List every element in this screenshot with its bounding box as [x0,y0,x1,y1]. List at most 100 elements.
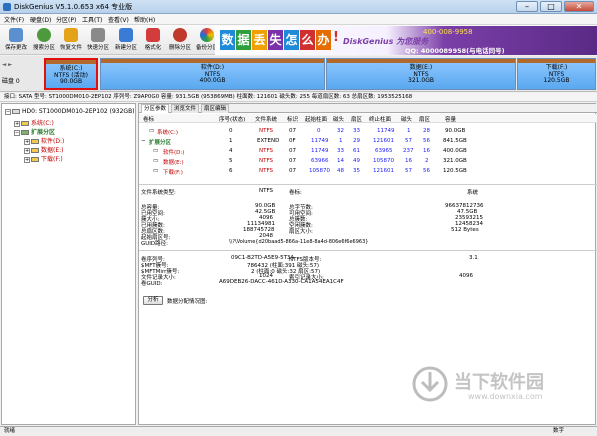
partition-block-f[interactable]: 下载(F:) NTFS 120.5GB [517,58,596,90]
col-header: 卷标 [143,117,155,123]
collapse-icon[interactable]: − [5,108,11,115]
banner-exclaim: ! [333,30,339,45]
allocation-chart-label: 数据分配情况图: [167,299,208,305]
tab-browse-files[interactable]: 浏览文件 [171,104,200,113]
numlock-indicator: 数字 [553,428,565,434]
banner-tile: 丢 [252,30,267,50]
nav-arrows[interactable]: ◄ ► [2,62,12,68]
banner-tile: 么 [300,30,315,50]
tree-item-c[interactable]: + 系统(C:) [14,118,54,127]
search-partition-button[interactable]: 搜索分区 [30,26,58,54]
col-header: 扇区 [351,117,363,123]
partition-block-d[interactable]: 软件(D:) NTFS 400.0GB [100,58,325,90]
partition-icon [21,130,29,135]
app-icon [3,3,11,11]
menu-tools[interactable]: 工具(T) [82,15,102,24]
table-row[interactable]: ▭ 软件(D:) 4 NTFS 07 11749 33 61 63965 237… [139,147,597,156]
banner-tile: 怎 [284,30,299,50]
col-header: 磁头 [401,117,413,123]
search-icon [37,28,51,42]
banner-qq: QQ: 4000089958(与电话同号) [405,47,505,55]
delete-partition-button[interactable]: 删除分区 [166,26,194,54]
partition-icon [31,157,39,162]
hard-disk-icon [12,109,20,114]
expand-icon[interactable]: + [24,138,30,145]
new-partition-icon [119,28,133,42]
partition-icon [21,121,29,126]
save-changes-button[interactable]: 保存更改 [2,26,30,54]
banner-tile: 办 [316,30,331,50]
disk-tree: − HD0: ST1000DM010-2EP102 (932GB) + 系统(C:)… [1,103,136,425]
format-icon [146,28,160,42]
delete-icon [173,28,187,42]
menu-view[interactable]: 查看(V) [108,15,129,24]
table-row[interactable]: ▭ 下载(F:) 6 NTFS 07 105870 48 35 121601 5… [139,167,597,176]
col-header: 文件系统 [255,117,278,123]
row-icon: ▭ [149,128,155,134]
recover-files-button[interactable]: 恢复文件 [57,26,85,54]
watermark: 当下软件园 www.downxia.com [410,362,590,407]
partition-block-e[interactable]: 数据(E:) NTFS 321.0GB [326,58,516,90]
table-header: 卷标 序号(状态) 文件系统 标识 起始柱面 磁头 扇区 终止柱面 磁头 扇区 … [139,114,597,123]
col-header: 标识 [287,117,299,123]
col-header: 终止柱面 [369,117,392,123]
banner-tile: 失 [268,30,283,50]
close-button[interactable]: ✕ [564,1,594,12]
watermark-logo-icon [412,366,448,402]
collapse-icon[interactable]: − [141,138,146,144]
backup-icon [200,28,214,42]
banner-phone: 400-008-9958 [423,28,473,36]
watermark-url: www.downxia.com [468,392,543,401]
table-row[interactable]: ▭ 系统(C:) 0 NTFS 07 0 32 33 11749 1 28 90… [139,127,597,136]
window-title: DiskGenius V5.1.0.653 x64 专业版 [14,3,133,11]
expand-icon[interactable]: + [24,156,30,163]
disk-map: ◄ ► 磁盘 0 系统(C:) NTFS (活动) 90.0GB 软件(D:) … [0,56,597,92]
row-icon: ▭ [153,148,159,154]
menu-bar: 文件(F) 硬盘(D) 分区(P) 工具(T) 查看(V) 帮助(H) [0,14,597,25]
col-header: 磁头 [333,117,345,123]
minimize-button[interactable]: – [516,1,538,12]
row-icon: ▭ [153,168,159,174]
partition-block-c[interactable]: 系统(C:) NTFS (活动) 90.0GB [44,58,98,90]
expand-icon[interactable]: + [24,147,30,154]
title-bar: DiskGenius V5.1.0.653 x64 专业版 – □ ✕ [0,0,597,14]
tab-bar: 分区参数 浏览文件 扇区编辑 [139,104,597,113]
tree-disk-node[interactable]: − HD0: ST1000DM010-2EP102 (932GB) [5,108,135,115]
partition-table: 卷标 序号(状态) 文件系统 标识 起始柱面 磁头 扇区 终止柱面 磁头 扇区 … [139,114,597,180]
watermark-text: 当下软件园 [454,372,544,393]
col-header: 容量 [445,117,457,123]
tree-item-extended[interactable]: − 扩展分区 [14,127,55,136]
folder-icon [64,28,78,42]
analyze-button[interactable]: 分析 [143,296,163,305]
table-row[interactable]: ▭ 数据(E:) 5 NTFS 07 63966 14 49 105870 16… [139,157,597,166]
tab-sector-edit[interactable]: 扇区编辑 [201,104,230,113]
maximize-button[interactable]: □ [540,1,562,12]
expand-icon[interactable]: + [14,120,20,127]
save-icon [9,28,23,42]
menu-file[interactable]: 文件(F) [4,15,24,24]
tab-partition-params[interactable]: 分区参数 [141,104,170,113]
tree-item-f[interactable]: + 下载(F:) [24,154,63,163]
menu-disk[interactable]: 硬盘(D) [30,15,51,24]
menu-partition[interactable]: 分区(P) [56,15,76,24]
collapse-icon[interactable]: − [14,129,20,136]
menu-help[interactable]: 帮助(H) [134,15,155,24]
tree-item-e[interactable]: + 数据(E:) [24,145,64,154]
table-row[interactable]: − 扩展分区 1 EXTEND 0F 11749 1 29 121601 57 … [139,137,597,146]
partition-icon [31,139,39,144]
col-header: 扇区 [419,117,431,123]
banner-tile: 据 [236,30,251,50]
fs-details: 文件系统类型: NTFS 卷标: 系统 总容量: 90.0GB 已用空间: 42… [139,184,597,247]
format-button[interactable]: 格式化 [139,26,167,54]
disk-selector[interactable]: ◄ ► 磁盘 0 [2,56,42,92]
advertisement-banner[interactable]: 数 据 丢 失 怎 么 办 ! DiskGenius 为您服务 400-008-… [215,26,597,55]
status-bar: 就绪 数字 [0,426,597,436]
ntfs-details: 卷序列号: 09C1-B2TD-A5E9-5T3A NTFS版本号: 3.1 $… [139,250,597,290]
tree-item-d[interactable]: + 软件(D:) [24,136,64,145]
status-text: 就绪 [4,428,16,434]
row-icon: ▭ [153,158,159,164]
partition-icon [31,148,39,153]
new-partition-button[interactable]: 新建分区 [112,26,140,54]
quick-partition-button[interactable]: 快速分区 [84,26,112,54]
disk-info-line: 接口: SATA 型号: ST1000DM010-2EP102 序列号: Z9A… [0,93,597,102]
